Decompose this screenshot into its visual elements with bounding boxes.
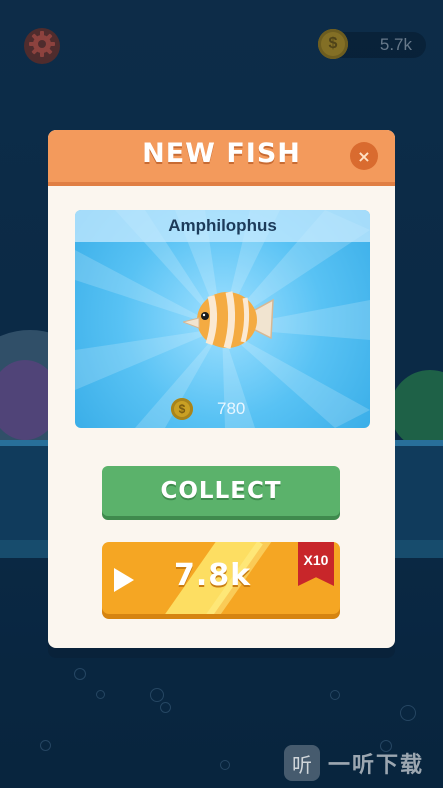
play-icon (114, 568, 134, 592)
dialog-header: NEW FISH × (48, 130, 395, 186)
collect-button[interactable]: COLLECT (102, 466, 340, 516)
fish-image (183, 291, 274, 349)
multiplier-ribbon: X10 (298, 542, 334, 586)
video-reward-value: 7.8k (174, 558, 252, 593)
coin-icon: $ (171, 398, 193, 420)
fish-name-band: Amphilophus (75, 210, 370, 242)
fish-name: Amphilophus (168, 216, 277, 235)
watermark: 听 一听下载 (284, 745, 425, 781)
watch-video-button[interactable]: 7.8k X10 (102, 542, 340, 614)
fish-price-value: 780 (217, 399, 246, 418)
close-button[interactable]: × (350, 142, 378, 170)
close-icon: × (357, 146, 371, 166)
fish-card: Amphilophus $ 780 (75, 210, 370, 428)
watermark-text: 一听下载 (328, 753, 425, 778)
dialog-title: NEW FISH (142, 138, 301, 169)
watermark-logo: 听 (284, 745, 320, 781)
new-fish-dialog: NEW FISH × Amphilophus $ 780 COLLECT 7.8… (48, 130, 395, 648)
